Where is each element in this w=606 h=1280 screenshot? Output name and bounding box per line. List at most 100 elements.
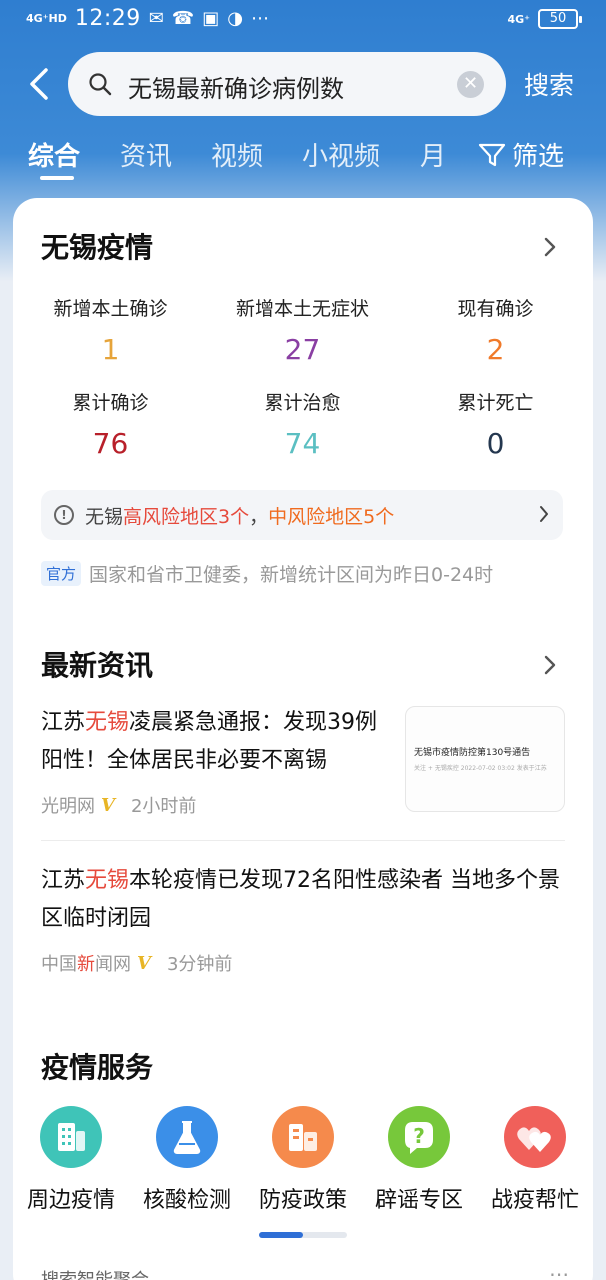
chevron-right-icon[interactable]: [543, 236, 557, 258]
news-section-title[interactable]: 最新资讯: [41, 644, 153, 684]
thumbnail-title: 无锡市疫情防控第130号通告: [414, 748, 531, 758]
stat-total-cured[interactable]: 累计治愈 74: [206, 388, 399, 460]
thumbnail-subtitle: 关注 + 无锡疾控 2022-07-02 03:02 发表于江苏: [414, 765, 547, 772]
news-item[interactable]: 江苏无锡凌晨紧急通报：发现39例阳性！全体居民非必要不离锡 光明网 V 2小时前: [41, 704, 387, 818]
tab-news[interactable]: 资讯: [120, 136, 172, 173]
news-time: 2小时前: [130, 796, 197, 817]
epidemic-title[interactable]: 无锡疫情: [41, 226, 153, 266]
service-prevention-policy[interactable]: 防疫政策: [245, 1106, 361, 1214]
filter-button[interactable]: 筛选: [478, 136, 564, 173]
verified-icon: V: [137, 952, 151, 974]
stat-label: 现有确诊: [457, 298, 534, 320]
service-help[interactable]: 战疫帮忙: [477, 1106, 593, 1214]
stat-value: 74: [284, 427, 321, 460]
search-icon: [89, 73, 112, 96]
stat-label: 新增本土无症状: [235, 298, 369, 320]
stat-current-confirmed[interactable]: 现有确诊 2: [399, 294, 592, 366]
more-dots-icon[interactable]: ⋯: [549, 1262, 569, 1280]
service-label: 辟谣专区: [374, 1188, 463, 1213]
news-title[interactable]: 江苏无锡凌晨紧急通报：发现39例阳性！全体居民非必要不离锡: [41, 704, 387, 780]
building-icon: [40, 1106, 102, 1168]
source-text: 中国: [41, 954, 77, 975]
stat-total-confirmed[interactable]: 累计确诊 76: [14, 388, 207, 460]
news-time: 3分钟前: [166, 954, 233, 975]
stat-new-local-asymptomatic[interactable]: 新增本土无症状 27: [206, 294, 399, 366]
news-title[interactable]: 江苏无锡本轮疫情已发现72名阳性感染者 当地多个景区临时闭园: [41, 862, 561, 938]
notification-icon: ✉: [148, 8, 164, 29]
chevron-right-icon[interactable]: [543, 654, 557, 676]
title-text: 江苏: [41, 868, 86, 893]
service-label: 战疫帮忙: [490, 1188, 579, 1213]
flask-icon: [156, 1106, 218, 1168]
clear-icon[interactable]: ✕: [457, 71, 484, 98]
high-risk-count: 高风险地区3个: [123, 506, 250, 528]
official-badge: 官方: [41, 561, 82, 586]
source-text: 国家和省市卫健委，新增统计区间为昨日0-24时: [89, 564, 494, 586]
network-indicator-right: 4G⁺: [507, 12, 531, 26]
stat-label: 累计治愈: [264, 392, 341, 414]
divider: [41, 840, 565, 841]
filter-icon: [478, 143, 506, 166]
chevron-right-icon: [540, 506, 548, 522]
status-time: 12:29: [74, 6, 141, 31]
back-arrow-icon[interactable]: [22, 64, 58, 104]
title-highlight: 无锡: [85, 868, 130, 893]
news-source: 光明网: [41, 796, 95, 817]
services-title: 疫情服务: [41, 1051, 154, 1084]
more-dots-icon: ⋯: [250, 8, 269, 29]
source-highlight: 新: [77, 954, 95, 975]
filter-label: 筛选: [512, 142, 565, 172]
risk-separator: ，: [249, 506, 269, 528]
search-button[interactable]: 搜索: [524, 66, 574, 102]
stat-label: 新增本土确诊: [53, 298, 168, 320]
stat-label: 累计死亡: [457, 392, 534, 414]
data-source: 官方 国家和省市卫健委，新增统计区间为昨日0-24时: [41, 560, 493, 587]
results-card: 无锡疫情 新增本土确诊 1 新增本土无症状 27 现有确诊 2 累计确诊 76 …: [13, 198, 593, 1280]
app-icon-2: ◑: [227, 8, 243, 29]
tab-short-video[interactable]: 小视频: [302, 136, 380, 173]
mid-risk-count: 中风险地区5个: [268, 506, 395, 528]
search-input[interactable]: 无锡最新确诊病例数: [128, 69, 344, 104]
stat-value: 1: [101, 333, 120, 366]
stat-new-local-confirmed[interactable]: 新增本土确诊 1: [14, 294, 207, 366]
battery-icon: 50: [538, 9, 582, 29]
status-icons: ✉ ☎ ▣ ◑ ⋯: [149, 8, 269, 29]
service-nearby-epidemic[interactable]: 周边疫情: [13, 1106, 129, 1214]
news-meta: 光明网 V 2小时前: [41, 792, 387, 818]
app-icon: ▣: [202, 8, 220, 29]
tab-video[interactable]: 视频: [211, 136, 263, 173]
title-text: 江苏: [41, 710, 86, 735]
svg-text:?: ?: [413, 1124, 425, 1148]
active-tab-indicator: [40, 176, 74, 180]
service-label: 周边疫情: [26, 1188, 115, 1213]
stat-total-deaths[interactable]: 累计死亡 0: [399, 388, 592, 460]
question-icon: ?: [388, 1106, 450, 1168]
risk-area-bar[interactable]: ! 无锡高风险地区3个，中风险地区5个: [41, 490, 563, 540]
title-highlight: 无锡: [85, 710, 130, 735]
stat-value: 0: [486, 427, 505, 460]
phone-icon: ☎: [171, 8, 195, 29]
verified-icon: V: [101, 794, 115, 816]
page-indicator-active: [259, 1232, 303, 1238]
tab-partial[interactable]: 月: [420, 136, 446, 173]
tab-comprehensive[interactable]: 综合: [28, 136, 80, 173]
city-icon: [272, 1106, 334, 1168]
search-box[interactable]: 无锡最新确诊病例数 ✕: [68, 52, 506, 116]
stat-label: 累计确诊: [72, 392, 149, 414]
info-icon: !: [54, 505, 74, 525]
stat-value: 2: [486, 333, 505, 366]
service-rumor-zone[interactable]: ? 辟谣专区: [361, 1106, 477, 1214]
stat-value: 76: [92, 427, 129, 460]
news-item[interactable]: 江苏无锡本轮疫情已发现72名阳性感染者 当地多个景区临时闭园 中国新闻网 V 3…: [41, 862, 561, 976]
tab-bar: 综合 资讯 视频 小视频 月 筛选: [0, 132, 606, 192]
hearts-icon: [504, 1106, 566, 1168]
risk-area-text: 无锡高风险地区3个，中风险地区5个: [85, 502, 394, 529]
news-thumbnail[interactable]: 无锡市疫情防控第130号通告 关注 + 无锡疾控 2022-07-02 03:0…: [405, 706, 565, 812]
network-indicator: 4G⁺HD: [26, 12, 67, 25]
service-nucleic-test[interactable]: 核酸检测: [129, 1106, 245, 1214]
status-bar: 4G⁺HD 12:29 ✉ ☎ ▣ ◑ ⋯ 4G⁺ 50: [0, 0, 606, 40]
news-source: 中国新闻网: [41, 950, 131, 976]
service-label: 核酸检测: [142, 1188, 231, 1213]
source-text: 闻网: [95, 954, 131, 975]
service-label: 防疫政策: [258, 1188, 347, 1213]
